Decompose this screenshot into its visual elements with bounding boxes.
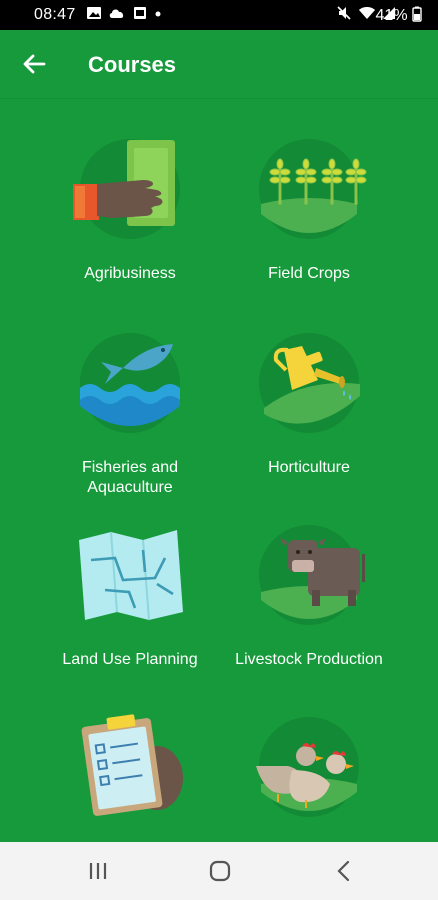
app-bar: Courses — [0, 30, 438, 99]
course-label: Horticulture — [268, 459, 350, 476]
course-livestock-production[interactable]: Livestock Production — [209, 520, 409, 670]
status-bar: 08:47 41% — [0, 0, 438, 30]
courses-grid: Agribusiness Field Crops Fisheries and A… — [0, 98, 438, 842]
course-poultry[interactable] — [209, 712, 409, 842]
course-label: Agribusiness — [84, 265, 176, 282]
course-field-crops[interactable]: Field Crops — [209, 134, 409, 284]
wifi-icon — [359, 7, 375, 19]
clipboard-icon — [81, 714, 183, 816]
watering-can-icon — [259, 333, 360, 433]
back-nav-icon[interactable] — [326, 856, 362, 886]
cloud-icon — [109, 9, 124, 18]
course-land-use-planning[interactable]: Land Use Planning — [30, 520, 230, 670]
system-nav-bar — [0, 842, 438, 900]
dot-icon — [155, 11, 161, 17]
course-label: Land Use Planning — [62, 651, 198, 668]
course-horticulture[interactable]: Horticulture — [209, 328, 409, 478]
image-icon — [87, 7, 101, 19]
fish-icon — [80, 333, 180, 433]
course-label: Field Crops — [268, 265, 350, 282]
photo-icon — [134, 7, 146, 19]
battery-level-icon — [412, 6, 422, 22]
course-record-keeping[interactable] — [30, 712, 230, 842]
status-time: 08:47 — [34, 6, 76, 23]
recent-apps-icon[interactable] — [80, 856, 116, 886]
course-agribusiness[interactable]: Agribusiness — [30, 134, 230, 284]
cow-icon — [259, 525, 365, 625]
agribusiness-icon — [73, 139, 180, 239]
page-title: Courses — [88, 52, 177, 77]
course-fisheries-aquaculture[interactable]: Fisheries and Aquaculture — [30, 328, 230, 498]
mute-icon — [337, 6, 351, 20]
course-label: Fisheries and Aquaculture — [81, 459, 179, 496]
course-label: Livestock Production — [235, 651, 383, 668]
home-icon[interactable] — [202, 856, 238, 886]
map-icon — [79, 530, 183, 621]
poultry-icon — [256, 717, 359, 817]
battery-percent: 41% — [376, 6, 422, 25]
field-crops-icon — [259, 139, 367, 239]
back-arrow-icon[interactable] — [20, 50, 48, 78]
battery-text: 41% — [375, 7, 408, 24]
